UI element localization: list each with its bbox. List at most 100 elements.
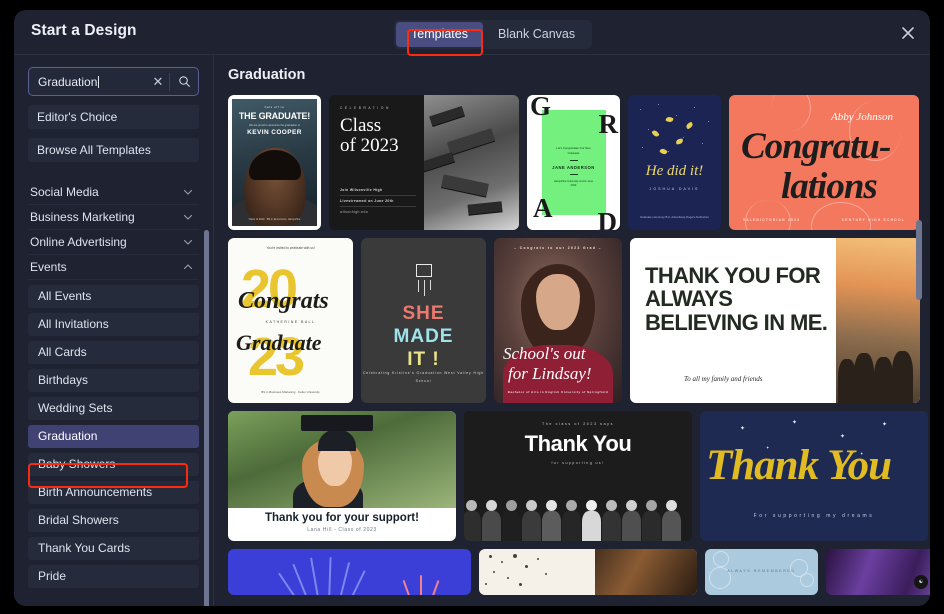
- template-card-she-made-it[interactable]: SHE MADE IT ! Celebrating Kristine's Gra…: [361, 238, 486, 403]
- card-headline: Class of 2023: [340, 115, 399, 156]
- category-social-media[interactable]: Social Media: [28, 180, 199, 205]
- card-name: Abby Johnson: [830, 111, 893, 123]
- badge-icon: ☯: [914, 575, 928, 589]
- sidebar-item-bridal-showers[interactable]: Bridal Showers: [28, 509, 199, 532]
- card-footer-left: VALEDICTORIAN 2023: [743, 218, 801, 222]
- tab-bar: Templates Blank Canvas: [394, 20, 593, 49]
- template-card-he-did-it[interactable]: He did it! JOSHUA DAVIS Graduate ceremon…: [628, 95, 721, 230]
- chevron-down-icon: [183, 606, 193, 607]
- template-card-partial-1[interactable]: [228, 549, 471, 595]
- events-subitems: All Events All Invitations All Cards Bir…: [28, 285, 199, 588]
- template-row: hats off to THE GRADUATE! We are proud t…: [228, 95, 930, 230]
- template-card-thank-you-bw[interactable]: The class of 2023 says Thank You for sup…: [464, 411, 692, 541]
- card-name: KEVIN COOPER: [247, 129, 302, 136]
- decoration: [675, 138, 684, 145]
- card-letter: A: [533, 193, 553, 223]
- divider: [569, 159, 578, 161]
- sidebar-item-birth-announcements[interactable]: Birth Announcements: [28, 481, 199, 504]
- card-headline: THE GRADUATE!: [238, 111, 311, 121]
- chevron-down-icon: [183, 212, 193, 222]
- search-input[interactable]: Graduation ✕: [28, 67, 199, 96]
- category-list: Social Media Business Marketing Online A…: [28, 180, 199, 606]
- graduate-photo: [228, 411, 456, 508]
- template-row: 20 23 You're invited to celebrate with u…: [228, 238, 930, 403]
- template-card-partial-2[interactable]: [479, 549, 697, 595]
- template-card-thank-you-believing[interactable]: THANK YOU FOR ALWAYS BELIEVING IN ME. To…: [630, 238, 920, 403]
- decoration: [651, 129, 660, 138]
- card-name: JOSHUA DAVIS: [649, 187, 700, 191]
- card-headline: Thank you for your support!: [265, 512, 419, 524]
- category-online-advertising[interactable]: Online Advertising: [28, 230, 199, 255]
- search-input-value: Graduation: [38, 74, 98, 89]
- card-footer: Celebrating Kristine's Graduation West V…: [362, 371, 485, 383]
- template-card-the-graduate[interactable]: hats off to THE GRADUATE! We are proud t…: [228, 95, 321, 230]
- quicklink-browse-all-templates[interactable]: Browse All Templates: [28, 138, 199, 162]
- sunset-friends-photo: [836, 238, 920, 403]
- template-card-congrats-2023[interactable]: 20 23 You're invited to celebrate with u…: [228, 238, 353, 403]
- category-label: Holidays: [30, 604, 183, 607]
- tab-templates[interactable]: Templates: [396, 22, 483, 47]
- card-headline: lations: [781, 166, 878, 207]
- template-card-partial-4[interactable]: ☯: [826, 549, 930, 595]
- card-footer: BS in Business Marketing · Keller Univer…: [261, 390, 320, 394]
- category-business-marketing[interactable]: Business Marketing: [28, 205, 199, 230]
- card-footer: Graduate ceremony B.A. Advertising Roger…: [639, 215, 710, 220]
- quicklink-editors-choice[interactable]: Editor's Choice: [28, 105, 199, 129]
- decoration: [595, 549, 697, 595]
- chevron-down-icon: [183, 187, 193, 197]
- results-heading: Graduation: [228, 67, 306, 83]
- card-word: SHE: [402, 303, 445, 324]
- card-word: IT !: [407, 349, 440, 370]
- template-results-panel: Graduation hats off to THE GRADUATE! We …: [214, 55, 930, 606]
- sidebar-item-all-invitations[interactable]: All Invitations: [28, 313, 199, 336]
- category-label: Events: [30, 260, 67, 274]
- search-icon[interactable]: [170, 75, 198, 88]
- card-headline: Thank You: [706, 442, 892, 489]
- divider: [569, 173, 578, 175]
- template-card-thank-you-support[interactable]: Thank you for your support! Lana Hill - …: [228, 411, 456, 541]
- card-headline: School's out: [503, 344, 586, 363]
- template-row: Thank you for your support! Lana Hill - …: [228, 411, 930, 541]
- category-holidays[interactable]: Holidays: [28, 598, 199, 607]
- card-kicker: hats off to: [264, 105, 285, 109]
- card-kicker: CELEBRATION: [340, 106, 391, 110]
- results-scrollbar[interactable]: [916, 220, 922, 300]
- card-headline: Graduate: [236, 330, 322, 355]
- graduation-caps-photo: [424, 95, 519, 230]
- template-card-congratulations[interactable]: Abby Johnson Congratu- lations VALEDICTO…: [729, 95, 919, 230]
- card-subline: Lana Hill - Class of 2023: [307, 527, 377, 533]
- tab-blank-canvas[interactable]: Blank Canvas: [483, 22, 590, 47]
- start-a-design-dialog: Start a Design Templates Blank Canvas Gr…: [14, 10, 930, 606]
- template-card-thank-you-navy[interactable]: ✦ ✦ ✦ ✦ ✦ ✦ Thank You For supporting my …: [700, 411, 928, 541]
- sidebar-item-wedding-sets[interactable]: Wedding Sets: [28, 397, 199, 420]
- sidebar-item-all-events[interactable]: All Events: [28, 285, 199, 308]
- card-headline: THANK YOU FOR ALWAYS BELIEVING IN ME.: [645, 263, 828, 335]
- template-card-grad-letters[interactable]: Let's Congratulate Our New Graduate JANE…: [527, 95, 620, 230]
- card-kicker: – Congrats to our 2023 Grad –: [514, 246, 602, 250]
- category-events[interactable]: Events: [28, 255, 199, 280]
- close-icon[interactable]: [898, 23, 918, 43]
- card-headline: Thank You: [524, 431, 632, 456]
- sidebar-item-all-cards[interactable]: All Cards: [28, 341, 199, 364]
- sidebar-item-graduation[interactable]: Graduation: [28, 425, 199, 448]
- card-footer: Class of 2023 · BS in Economics, Hampshi…: [248, 218, 301, 221]
- card-letter: D: [597, 207, 618, 230]
- card-text: ALWAYS REMEMBERED: [727, 569, 796, 573]
- card-name: KATHERINE BALL: [265, 320, 316, 324]
- template-card-schools-out[interactable]: – Congrats to our 2023 Grad – School's o…: [494, 238, 622, 403]
- sidebar-item-thank-you-cards[interactable]: Thank You Cards: [28, 537, 199, 560]
- card-subline: for supporting us!: [551, 461, 605, 465]
- card-letter: R: [598, 109, 619, 139]
- clear-search-icon[interactable]: ✕: [147, 74, 169, 90]
- template-card-class-of-2023[interactable]: CELEBRATION Class of 2023 Join Wilsonvil…: [329, 95, 519, 230]
- template-card-partial-3[interactable]: ALWAYS REMEMBERED: [705, 549, 818, 595]
- sidebar-item-baby-showers[interactable]: Baby Showers: [28, 453, 199, 476]
- sidebar-item-birthdays[interactable]: Birthdays: [28, 369, 199, 392]
- sidebar-item-pride[interactable]: Pride: [28, 565, 199, 588]
- decoration: [536, 274, 580, 330]
- template-row-partial: ALWAYS REMEMBERED ☯: [228, 549, 930, 595]
- card-footer-right: CENTURY HIGH SCHOOL: [841, 218, 905, 222]
- card-letter: G: [530, 95, 552, 121]
- sidebar-scrollbar[interactable]: [204, 230, 209, 606]
- grad-cap-icon: [301, 415, 374, 431]
